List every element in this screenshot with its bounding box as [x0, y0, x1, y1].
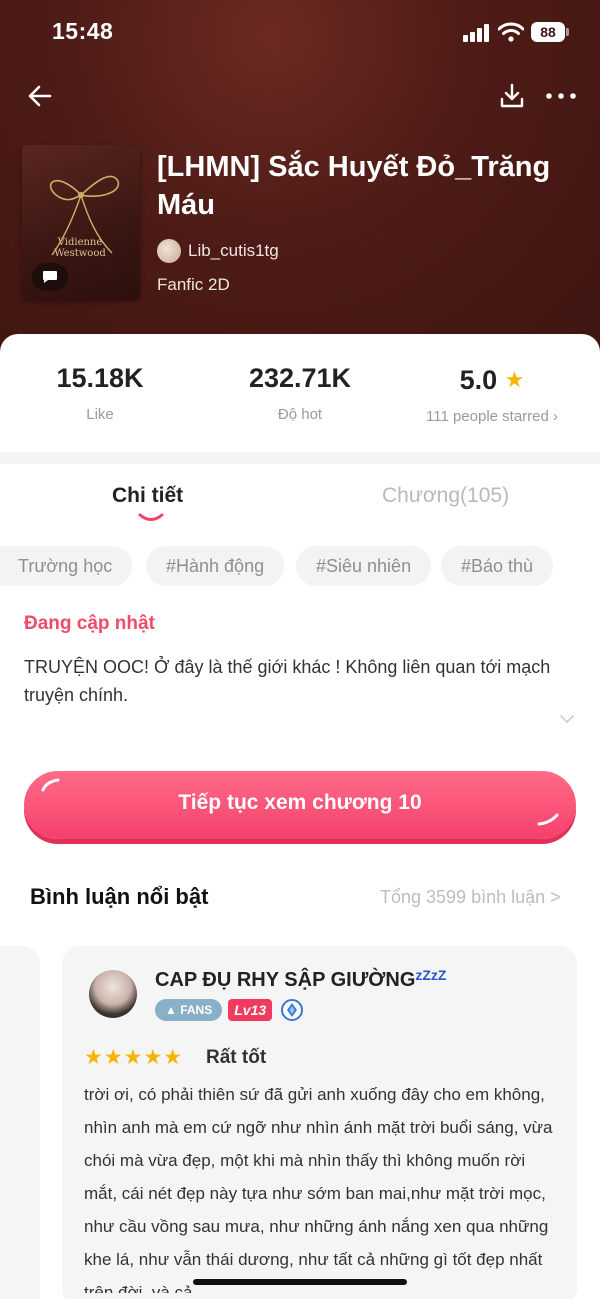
- download-icon[interactable]: [496, 80, 528, 112]
- book-description: TRUYỆN OOC! Ở đây là thế giới khác ! Khô…: [24, 657, 551, 705]
- book-title: [LHMN] Sắc Huyết Đỏ_Trăng Máu: [157, 151, 551, 221]
- sleep-zzz-icon: zZzZ: [415, 967, 447, 983]
- author-link[interactable]: Lib_cutis1tg: [157, 238, 279, 264]
- cellular-signal-icon: [463, 24, 491, 42]
- star-icon: ★: [504, 367, 525, 392]
- status-time: 15:48: [52, 18, 114, 44]
- stat-hot: 232.71K Độ hot: [200, 363, 400, 423]
- comment-bubble-icon[interactable]: [32, 263, 68, 291]
- status-bar: 15:48 88: [0, 0, 600, 64]
- hot-count: 232.71K: [248, 363, 352, 393]
- chevron-down-icon[interactable]: [558, 712, 576, 726]
- battery-icon: 88: [531, 22, 565, 42]
- level-badge: Lv13: [228, 999, 273, 1021]
- tag-item[interactable]: #Siêu nhiên: [296, 546, 432, 586]
- commenter-name[interactable]: CAP ĐỤ RHY SẬP GIƯỜNGzZzZ: [155, 967, 446, 992]
- previous-comment-card[interactable]: [0, 946, 40, 1299]
- book-header: 15:48 88 Vidienne Westwood [LHMN] Sắc Hu…: [0, 0, 600, 360]
- tag-item[interactable]: #Báo thù: [441, 546, 554, 586]
- section-divider: [0, 452, 600, 464]
- more-options-icon[interactable]: [544, 80, 578, 112]
- tab-details[interactable]: Chi tiết: [112, 484, 183, 508]
- book-cover[interactable]: Vidienne Westwood: [22, 145, 140, 300]
- like-count: 15.18K: [56, 363, 144, 393]
- tag-list: Trường học #Hành động #Siêu nhiên #Báo t…: [0, 546, 600, 588]
- comment-text: trời ơi, có phải thiên sứ đã gửi anh xuố…: [84, 1085, 553, 1293]
- button-shine-decoration: [537, 813, 559, 826]
- wifi-icon: [498, 22, 524, 42]
- author-name: Lib_cutis1tg: [188, 241, 279, 260]
- tag-item[interactable]: #Hành động: [146, 546, 285, 586]
- rating-value: 5.0: [459, 365, 498, 395]
- stat-like: 15.18K Like: [0, 363, 200, 423]
- home-indicator[interactable]: [193, 1279, 407, 1285]
- continue-reading-button[interactable]: Tiếp tục xem chương 10: [24, 771, 576, 839]
- back-arrow-icon[interactable]: [24, 80, 56, 112]
- fans-badge: ▲ FANS: [155, 999, 223, 1021]
- like-label: Like: [86, 406, 114, 423]
- rating-text: Rất tốt: [206, 1047, 267, 1068]
- update-status: Đang cập nhật: [24, 613, 155, 634]
- button-shine-decoration: [41, 778, 60, 792]
- commenter-name-text: CAP ĐỤ RHY SẬP GIƯỜNG: [155, 969, 416, 991]
- author-avatar: [157, 239, 181, 263]
- tab-chapters[interactable]: Chương(105): [382, 484, 509, 508]
- active-tab-indicator: [138, 513, 164, 521]
- diamond-badge-icon: [281, 999, 304, 1021]
- all-comments-link[interactable]: Tổng 3599 bình luận >: [380, 887, 561, 908]
- battery-tip: [566, 28, 569, 36]
- rating-stars: ★★★★★: [84, 1046, 184, 1069]
- user-badges: ▲ FANS Lv13: [155, 998, 304, 1022]
- tag-item[interactable]: Trường học: [0, 546, 133, 586]
- featured-comments-title: Bình luận nổi bật: [30, 884, 209, 909]
- hot-label: Độ hot: [277, 406, 323, 423]
- book-genre: Fanfic 2D: [157, 275, 230, 294]
- avatar[interactable]: [89, 970, 137, 1018]
- stat-rating[interactable]: 5.0 ★ 111 people starred ›: [392, 365, 592, 425]
- cover-text: Vidienne Westwood: [54, 237, 106, 259]
- starred-count[interactable]: 111 people starred ›: [392, 408, 592, 425]
